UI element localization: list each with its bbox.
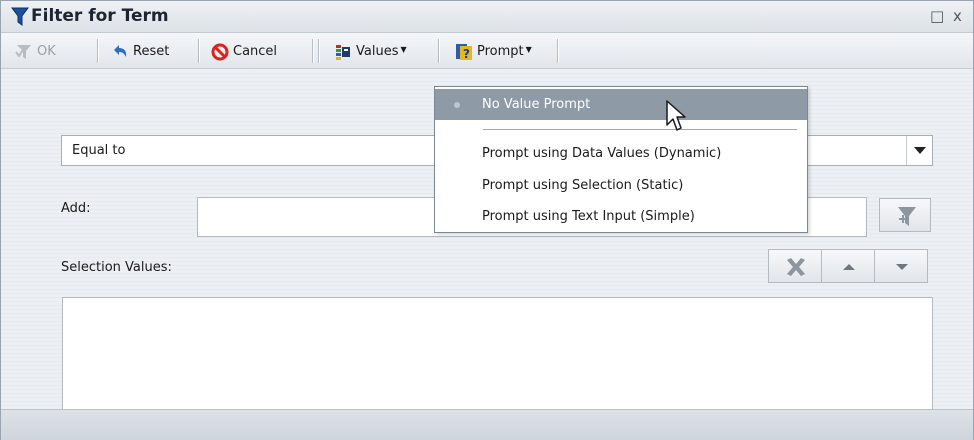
selection-values-list[interactable] [62, 297, 933, 409]
values-bars-icon [334, 43, 352, 61]
arrow-down-icon [896, 264, 908, 270]
maximize-button[interactable]: □ [930, 7, 944, 25]
prompt-dropdown-button[interactable]: ? Prompt ▼ [455, 39, 532, 64]
ok-button[interactable]: OK [15, 39, 56, 64]
menu-item-label: No Value Prompt [482, 97, 591, 112]
toolbar-divider [438, 39, 439, 63]
operator-select-value: Equal to [72, 143, 126, 158]
filter-dialog: Filter for Term □ x OK Reset Cancel Valu… [0, 0, 974, 440]
menu-item-prompt-static[interactable]: Prompt using Selection (Static) [435, 173, 807, 199]
toolbar-divider [312, 39, 313, 63]
remove-value-button[interactable] [768, 249, 822, 283]
mouse-pointer-icon [666, 100, 686, 131]
filter-funnel-icon [11, 7, 29, 27]
dialog-title: Filter for Term [31, 6, 169, 26]
menu-item-prompt-dynamic[interactable]: Prompt using Data Values (Dynamic) [435, 141, 807, 167]
toolbar: OK Reset Cancel Values ▼ ? Prompt ▼ [1, 33, 973, 69]
values-label: Values [356, 44, 399, 59]
toolbar-divider [318, 39, 319, 63]
ok-label: OK [37, 44, 56, 59]
move-down-button[interactable] [874, 249, 928, 283]
filter-check-icon [15, 43, 33, 61]
chevron-down-icon: ▼ [525, 45, 532, 54]
prompt-question-icon: ? [455, 43, 473, 61]
reset-label: Reset [133, 44, 170, 59]
values-dropdown-button[interactable]: Values ▼ [334, 39, 407, 64]
cancel-label: Cancel [233, 44, 278, 59]
add-filter-icon [898, 207, 916, 226]
selection-values-label: Selection Values: [61, 260, 172, 275]
status-bar [1, 409, 973, 440]
arrow-up-icon [843, 264, 855, 270]
menu-item-label: Prompt using Data Values (Dynamic) [482, 146, 722, 161]
move-up-button[interactable] [821, 249, 875, 283]
close-button[interactable]: x [953, 7, 962, 25]
add-label: Add: [61, 201, 91, 216]
menu-item-prompt-simple[interactable]: Prompt using Text Input (Simple) [435, 204, 807, 230]
title-bar[interactable]: Filter for Term □ x [1, 1, 973, 33]
selection-values-toolbar [768, 249, 928, 283]
menu-item-label: Prompt using Text Input (Simple) [482, 209, 695, 224]
toolbar-divider [198, 39, 199, 63]
add-filter-button[interactable] [879, 198, 931, 232]
menu-divider [483, 129, 797, 130]
cancel-button[interactable]: Cancel [211, 39, 277, 64]
menu-item-no-value-prompt[interactable]: No Value Prompt [435, 89, 807, 120]
chevron-down-icon: ▼ [400, 45, 407, 54]
menu-item-label: Prompt using Selection (Static) [482, 178, 684, 193]
toolbar-divider [557, 39, 558, 63]
dropdown-arrow-icon[interactable] [906, 136, 932, 165]
svg-text:?: ? [463, 47, 470, 61]
delete-x-icon [787, 258, 805, 276]
undo-arrow-icon [111, 43, 129, 61]
toolbar-divider [97, 39, 98, 63]
reset-button[interactable]: Reset [111, 39, 169, 64]
prompt-dropdown-menu: No Value Prompt Prompt using Data Values… [434, 86, 808, 233]
selected-bullet-icon [454, 102, 460, 108]
prompt-label: Prompt [477, 44, 524, 59]
cancel-circle-icon [211, 43, 229, 61]
